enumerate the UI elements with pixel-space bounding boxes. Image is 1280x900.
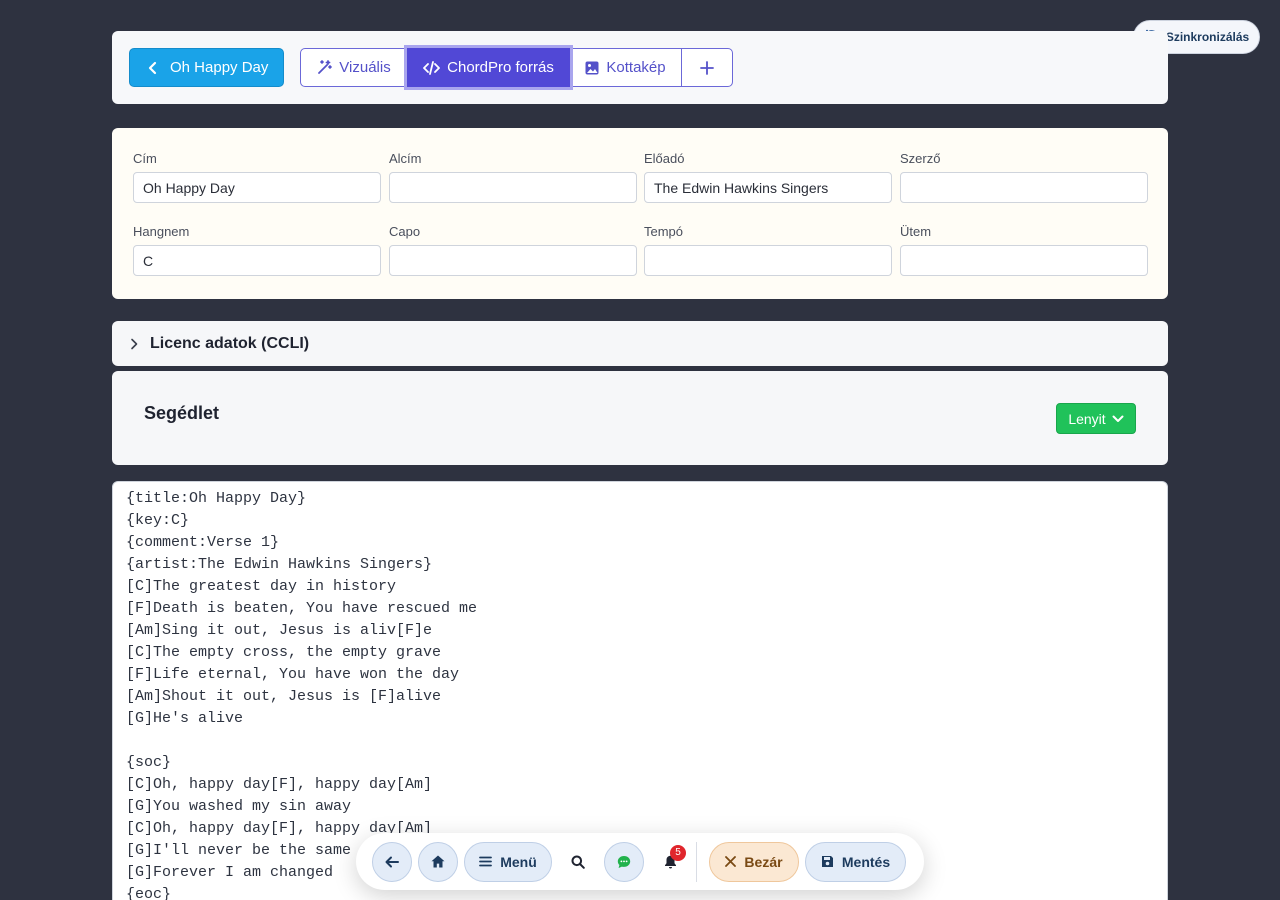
field-label: Tempó bbox=[644, 224, 684, 239]
chat-icon bbox=[617, 855, 631, 869]
capo-field: Capo bbox=[389, 224, 637, 276]
tab-label: ChordPro forrás bbox=[447, 59, 554, 76]
sync-label: Szinkronizálás bbox=[1165, 30, 1250, 44]
notification-badge: 5 bbox=[670, 844, 686, 861]
expand-button[interactable]: Lenyit bbox=[1056, 403, 1136, 434]
helper-title: Segédlet bbox=[144, 403, 220, 423]
code-icon bbox=[423, 60, 441, 75]
key-field: Hangnem bbox=[133, 224, 381, 276]
field-label: Hangnem bbox=[133, 224, 190, 239]
add-tab-button[interactable] bbox=[681, 48, 733, 87]
image-icon bbox=[585, 61, 599, 75]
subtitle-input[interactable] bbox=[389, 172, 637, 203]
artist-field: Előadó bbox=[644, 151, 892, 203]
key-input[interactable] bbox=[133, 245, 381, 276]
editor-line: [C]The greatest day in history bbox=[126, 578, 397, 595]
time-signature-field: Ütem bbox=[900, 224, 1148, 276]
menu-label: Menü bbox=[500, 853, 537, 870]
tab-sheet-music[interactable]: Kottakép bbox=[569, 48, 682, 87]
tab-label: Vizuális bbox=[339, 59, 391, 76]
search-icon bbox=[571, 855, 585, 869]
editor-line: {artist:The Edwin Hawkins Singers} bbox=[126, 556, 433, 573]
editor-line: {key:C} bbox=[126, 512, 190, 529]
menu-button[interactable]: Menü bbox=[464, 841, 552, 882]
helper-panel: Segédlet Lenyit bbox=[112, 371, 1168, 465]
time-signature-input[interactable] bbox=[900, 245, 1148, 276]
composer-field: Szerző bbox=[900, 151, 1148, 203]
editor-line: [Am]Sing it out, Jesus is aliv[F]e bbox=[126, 622, 433, 639]
chevron-right-icon bbox=[130, 338, 138, 350]
plus-icon bbox=[700, 60, 714, 75]
editor-line: [F]Death is beaten, You have rescued me bbox=[126, 600, 478, 617]
license-accordion[interactable]: Licenc adatok (CCLI) bbox=[112, 321, 1168, 366]
chevron-left-icon bbox=[148, 61, 158, 75]
tab-label: Kottakép bbox=[606, 59, 666, 76]
composer-input[interactable] bbox=[900, 172, 1148, 203]
editor-line: {title:Oh Happy Day} bbox=[126, 490, 307, 507]
back-nav-button[interactable] bbox=[372, 841, 412, 882]
field-label: Szerző bbox=[900, 151, 941, 166]
editor-line: [C]The empty cross, the empty grave bbox=[126, 644, 442, 661]
save-icon bbox=[821, 855, 834, 868]
expand-label: Lenyit bbox=[1068, 410, 1106, 427]
search-button[interactable] bbox=[558, 842, 598, 882]
editor-line: [G]He's alive bbox=[126, 710, 244, 727]
editor-line: {comment:Verse 1} bbox=[126, 534, 280, 551]
field-label: Cím bbox=[133, 151, 157, 166]
tab-chordpro[interactable]: ChordPro forrás bbox=[407, 48, 570, 87]
editor-line: [C]Oh, happy day[F], happy day[Am] bbox=[126, 776, 433, 793]
artist-input[interactable] bbox=[644, 172, 892, 203]
subtitle-field: Alcím bbox=[389, 151, 637, 203]
home-icon bbox=[431, 855, 445, 868]
title-field: Cím bbox=[133, 151, 381, 203]
capo-input[interactable] bbox=[389, 245, 637, 276]
arrow-left-icon bbox=[385, 856, 399, 868]
tempo-input[interactable] bbox=[644, 245, 892, 276]
toolbar: Oh Happy Day Vizuális ChordPro forrás Ko… bbox=[112, 31, 1168, 104]
back-button[interactable]: Oh Happy Day bbox=[129, 48, 284, 87]
field-label: Capo bbox=[389, 224, 421, 239]
editor-line: {soc} bbox=[126, 754, 172, 771]
editor-line: [F]Life eternal, You have won the day bbox=[126, 666, 460, 683]
save-label: Mentés bbox=[841, 853, 891, 870]
bottom-action-bar: Menü 5 Bezár Mentés bbox=[356, 833, 924, 890]
view-tabs: Vizuális ChordPro forrás Kottakép bbox=[300, 48, 733, 87]
divider bbox=[696, 841, 697, 882]
magic-wand-icon bbox=[317, 60, 333, 75]
close-label: Bezár bbox=[744, 853, 783, 870]
notifications-button[interactable]: 5 bbox=[650, 842, 690, 882]
tab-visual[interactable]: Vizuális bbox=[300, 48, 408, 87]
title-input[interactable] bbox=[133, 172, 381, 203]
editor-line: [G]You washed my sin away bbox=[126, 798, 352, 815]
field-label: Ütem bbox=[900, 224, 932, 239]
hamburger-menu-icon bbox=[479, 856, 493, 867]
editor-line: [Am]Shout it out, Jesus is [F]alive bbox=[126, 688, 442, 705]
field-label: Előadó bbox=[644, 151, 685, 166]
close-button[interactable]: Bezár bbox=[709, 841, 799, 882]
license-label: Licenc adatok (CCLI) bbox=[150, 334, 310, 352]
tempo-field: Tempó bbox=[644, 224, 892, 276]
close-icon bbox=[725, 856, 737, 867]
field-label: Alcím bbox=[389, 151, 422, 166]
back-label: Oh Happy Day bbox=[170, 59, 269, 76]
chat-button[interactable] bbox=[604, 841, 644, 882]
home-button[interactable] bbox=[418, 841, 458, 882]
song-metadata-form: Cím Alcím Előadó Szerző Hangnem Capo Tem… bbox=[112, 128, 1168, 299]
save-button[interactable]: Mentés bbox=[805, 841, 906, 882]
chevron-down-icon bbox=[1112, 415, 1124, 423]
